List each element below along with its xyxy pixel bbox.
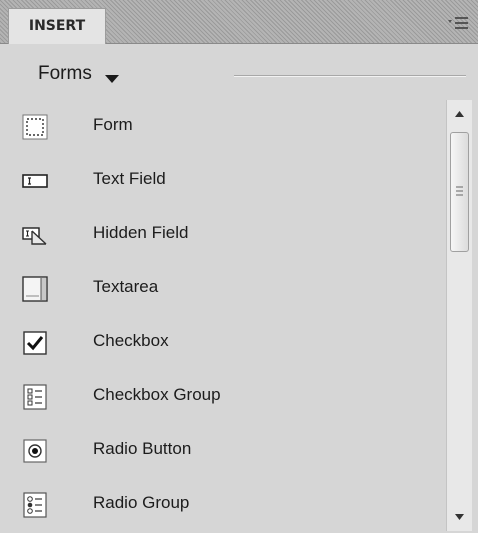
hidden-field-icon (22, 222, 48, 248)
textarea-icon (22, 276, 48, 302)
scroll-down-icon[interactable] (447, 505, 472, 529)
list-item-text-field[interactable]: Text Field (0, 154, 446, 208)
panel-tab-bar: INSERT (0, 0, 478, 44)
insert-panel: INSERT Forms Form Text Field Hidden Fiel… (0, 0, 478, 531)
text-field-icon (22, 168, 48, 194)
list-item-radio-button[interactable]: Radio Button (0, 424, 446, 478)
panel-menu-icon[interactable] (446, 14, 470, 32)
caret-down-icon (104, 69, 120, 83)
scroll-up-icon[interactable] (447, 102, 472, 126)
scroll-thumb[interactable] (450, 132, 469, 252)
list-item-checkbox[interactable]: Checkbox (0, 316, 446, 370)
radio-button-icon (22, 438, 48, 464)
list-item-hidden-field[interactable]: Hidden Field (0, 208, 446, 262)
checkbox-icon (22, 330, 48, 356)
item-label: Radio Button (93, 439, 192, 458)
item-label: Hidden Field (93, 223, 189, 242)
item-label: Form (93, 115, 133, 134)
item-label: Text Field (93, 169, 166, 188)
category-dropdown[interactable]: Forms (38, 62, 120, 86)
item-label: Checkbox (93, 331, 169, 350)
insert-item-list: Form Text Field Hidden Field Textarea Ch… (0, 100, 446, 531)
item-label: Textarea (93, 277, 159, 296)
tab-insert[interactable]: INSERT (8, 8, 106, 44)
grip-icon (456, 186, 463, 196)
category-label: Forms (38, 63, 92, 84)
category-row: Forms (0, 44, 478, 100)
list-item-checkbox-group[interactable]: Checkbox Group (0, 370, 446, 424)
list-item-radio-group[interactable]: Radio Group (0, 478, 446, 532)
radio-group-icon (22, 492, 48, 518)
list-item-textarea[interactable]: Textarea (0, 262, 446, 316)
list-item-form[interactable]: Form (0, 100, 446, 154)
item-label: Checkbox Group (93, 385, 221, 404)
category-divider (234, 75, 466, 77)
item-label: Radio Group (93, 493, 190, 512)
vertical-scrollbar[interactable] (446, 100, 472, 531)
checkbox-group-icon (22, 384, 48, 410)
form-icon (22, 114, 48, 140)
